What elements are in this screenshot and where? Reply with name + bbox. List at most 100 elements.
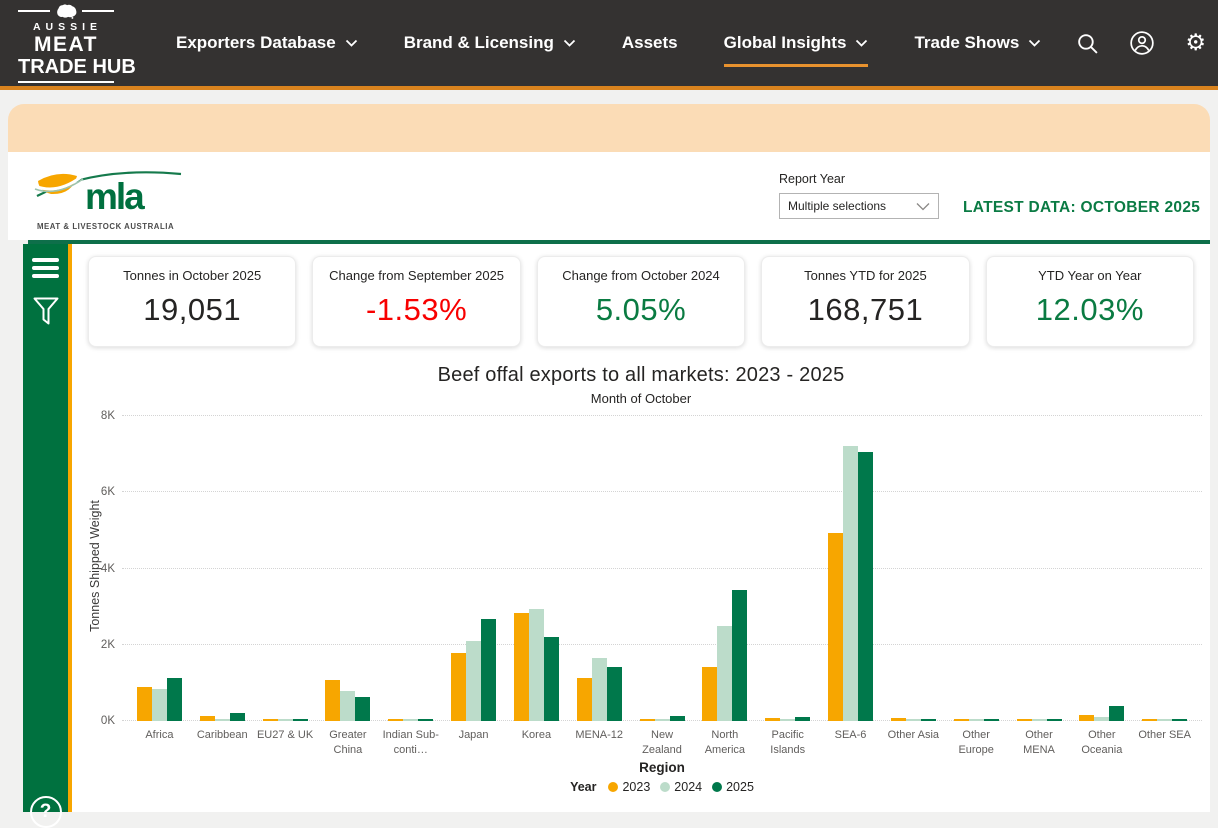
legend-dot xyxy=(660,782,670,792)
bar-group xyxy=(1133,719,1196,721)
kpi-card-tonnes-month[interactable]: Tonnes in October 2025 19,051 xyxy=(88,256,296,347)
nav-item-exporters-database[interactable]: Exporters Database xyxy=(176,27,358,59)
bar-2024[interactable] xyxy=(717,626,732,721)
bar-2023[interactable] xyxy=(263,719,278,721)
bar-2025[interactable] xyxy=(1172,719,1187,721)
x-axis-category-label: Other MENA xyxy=(1008,728,1071,759)
bar-2025[interactable] xyxy=(921,719,936,721)
report-year-label: Report Year xyxy=(779,172,939,186)
bar-2025[interactable] xyxy=(795,717,810,721)
nav-item-trade-shows[interactable]: Trade Shows xyxy=(914,27,1041,59)
bar-2025[interactable] xyxy=(230,713,245,721)
nav-item-global-insights[interactable]: Global Insights xyxy=(724,27,869,59)
nav-item-label: Brand & Licensing xyxy=(404,33,554,53)
bar-2024[interactable] xyxy=(403,719,418,721)
search-icon[interactable] xyxy=(1076,32,1099,55)
menu-icon[interactable] xyxy=(32,254,59,282)
bar-2025[interactable] xyxy=(1109,706,1124,721)
kpi-label: Change from September 2025 xyxy=(329,268,504,283)
bar-2023[interactable] xyxy=(514,613,529,721)
bar-group xyxy=(1008,719,1071,721)
latest-data-text: LATEST DATA: OCTOBER 2025 xyxy=(963,199,1200,217)
kpi-card-ytd-yoy[interactable]: YTD Year on Year 12.03% xyxy=(986,256,1194,347)
bar-2023[interactable] xyxy=(451,653,466,721)
bar-2024[interactable] xyxy=(1032,719,1047,721)
x-axis-category-label: Caribbean xyxy=(191,728,254,759)
bar-2024[interactable] xyxy=(843,446,858,721)
bar-2025[interactable] xyxy=(293,719,308,721)
bar-2024[interactable] xyxy=(906,719,921,721)
bar-2024[interactable] xyxy=(215,719,230,721)
bar-2025[interactable] xyxy=(544,637,559,721)
nav-item-label: Global Insights xyxy=(724,33,847,53)
main-menu: Exporters Database Brand & Licensing Ass… xyxy=(176,27,1041,59)
bar-2025[interactable] xyxy=(167,678,182,721)
nav-item-brand-licensing[interactable]: Brand & Licensing xyxy=(404,27,576,59)
bar-2025[interactable] xyxy=(355,697,370,721)
account-icon[interactable] xyxy=(1129,30,1155,56)
kpi-card-change-prev-month[interactable]: Change from September 2025 -1.53% xyxy=(312,256,520,347)
bar-2023[interactable] xyxy=(200,716,215,721)
bar-2024[interactable] xyxy=(1094,717,1109,721)
filter-icon[interactable] xyxy=(32,296,60,333)
bar-2024[interactable] xyxy=(278,719,293,721)
bar-2025[interactable] xyxy=(858,452,873,721)
bar-2024[interactable] xyxy=(529,609,544,721)
bar-2025[interactable] xyxy=(670,716,685,721)
bar-2024[interactable] xyxy=(152,689,167,721)
kpi-card-tonnes-ytd[interactable]: Tonnes YTD for 2025 168,751 xyxy=(761,256,969,347)
gridline xyxy=(122,415,1202,416)
nav-icon-group: ⚙ xyxy=(1076,30,1206,56)
x-axis-category-label: MENA-12 xyxy=(568,728,631,759)
aussie-meat-trade-hub-logo[interactable]: AUSSIE MEAT TRADE HUB xyxy=(18,3,114,84)
bar-2025[interactable] xyxy=(984,719,999,721)
bar-2024[interactable] xyxy=(780,719,795,721)
bar-2025[interactable] xyxy=(607,667,622,721)
bar-2025[interactable] xyxy=(418,719,433,721)
bar-2023[interactable] xyxy=(325,680,340,721)
bar-2024[interactable] xyxy=(340,691,355,721)
bar-2023[interactable] xyxy=(1142,719,1157,721)
bar-2024[interactable] xyxy=(1157,719,1172,721)
help-button[interactable]: ? xyxy=(30,796,62,828)
bar-2025[interactable] xyxy=(481,619,496,721)
legend-item-2025[interactable]: 2025 xyxy=(712,780,754,794)
bar-2023[interactable] xyxy=(577,678,592,721)
bar-2023[interactable] xyxy=(137,687,152,721)
nav-item-assets[interactable]: Assets xyxy=(622,27,678,59)
plot-column: AfricaCaribbeanEU27 & UKGreater ChinaInd… xyxy=(122,416,1202,794)
bar-2023[interactable] xyxy=(891,718,906,721)
bar-2024[interactable] xyxy=(466,641,481,721)
bar-2025[interactable] xyxy=(732,590,747,721)
bar-2023[interactable] xyxy=(765,718,780,721)
bar-2023[interactable] xyxy=(828,533,843,721)
bar-2024[interactable] xyxy=(969,719,984,721)
bar-2023[interactable] xyxy=(388,719,403,721)
x-axis-category-label: SEA-6 xyxy=(819,728,882,759)
settings-gear-icon[interactable]: ⚙ xyxy=(1185,32,1206,55)
chevron-down-icon xyxy=(345,39,358,47)
nav-item-label: Assets xyxy=(622,33,678,53)
bar-2024[interactable] xyxy=(655,719,670,721)
bar-2024[interactable] xyxy=(592,658,607,721)
x-axis-category-label: New Zealand xyxy=(631,728,694,759)
bar-group xyxy=(128,678,191,721)
report-year-dropdown[interactable]: Multiple selections xyxy=(779,193,939,219)
bar-2023[interactable] xyxy=(1017,719,1032,721)
bar-2025[interactable] xyxy=(1047,719,1062,721)
x-axis-category-label: Other Europe xyxy=(945,728,1008,759)
bar-2023[interactable] xyxy=(954,719,969,721)
legend-dot xyxy=(712,782,722,792)
y-axis-title: Tonnes Shipped Weight xyxy=(88,471,102,661)
kpi-label: Tonnes in October 2025 xyxy=(123,268,261,283)
bar-2023[interactable] xyxy=(1079,715,1094,721)
chevron-down-icon xyxy=(1028,39,1041,47)
bar-2023[interactable] xyxy=(640,719,655,721)
kpi-card-change-prev-year[interactable]: Change from October 2024 5.05% xyxy=(537,256,745,347)
bar-2023[interactable] xyxy=(702,667,717,721)
legend-item-2024[interactable]: 2024 xyxy=(660,780,702,794)
x-axis-title: Region xyxy=(122,760,1202,775)
kpi-label: YTD Year on Year xyxy=(1038,268,1141,283)
gridline xyxy=(122,491,1202,492)
legend-item-2023[interactable]: 2023 xyxy=(608,780,650,794)
